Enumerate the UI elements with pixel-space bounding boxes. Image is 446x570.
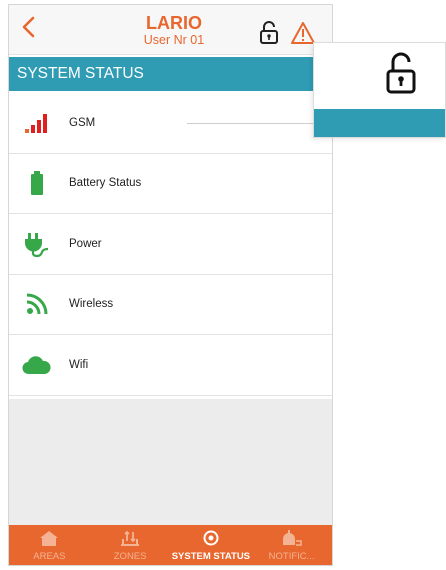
status-list: GSM Battery Status Power Wireless Wifi	[9, 93, 332, 396]
lock-popover[interactable]	[313, 42, 446, 138]
status-item-battery[interactable]: Battery Status	[9, 154, 332, 214]
phone-screen: LARIO User Nr 01 SYSTEM STATUS GSM Batte…	[8, 4, 333, 566]
section-header: SYSTEM STATUS	[9, 57, 332, 91]
tab-zones[interactable]: ZONES	[90, 525, 171, 565]
empty-content-area	[9, 399, 332, 529]
status-item-gsm[interactable]: GSM	[9, 93, 332, 154]
unlocked-padlock-icon	[260, 21, 278, 44]
lock-button[interactable]	[259, 21, 279, 45]
status-item-wireless[interactable]: Wireless	[9, 275, 332, 335]
status-item-label: Wireless	[69, 298, 114, 311]
status-item-label: GSM	[69, 116, 96, 129]
app-header: LARIO User Nr 01	[9, 5, 332, 55]
status-item-wifi[interactable]: Wifi	[9, 335, 332, 396]
back-button[interactable]	[15, 11, 43, 43]
system-status-icon	[203, 530, 219, 546]
cloud-icon	[21, 351, 53, 379]
wireless-icon	[21, 290, 53, 318]
tab-system-status[interactable]: SYSTEM STATUS	[171, 525, 252, 565]
signal-bars-icon	[21, 109, 53, 137]
home-icon	[40, 531, 59, 546]
power-plug-icon	[21, 230, 53, 258]
tab-label: ZONES	[113, 551, 147, 562]
popover-bar	[314, 109, 445, 137]
unlocked-padlock-icon	[386, 52, 416, 94]
battery-icon	[21, 169, 53, 197]
zones-icon	[121, 530, 140, 546]
tab-label: AREAS	[33, 551, 66, 562]
bottom-tab-bar: AREAS ZONES SYSTEM STATUS NOTIFIC...	[9, 525, 332, 565]
status-item-label: Wifi	[69, 358, 89, 371]
page-subtitle: User Nr 01	[143, 33, 205, 47]
tab-label: SYSTEM STATUS	[171, 551, 251, 562]
status-item-label: Power	[69, 237, 102, 250]
page-title: LARIO	[146, 13, 202, 33]
tab-areas[interactable]: AREAS	[9, 525, 90, 565]
status-item-power[interactable]: Power	[9, 214, 332, 275]
status-item-label: Battery Status	[69, 177, 142, 190]
header-title-block: LARIO User Nr 01	[114, 13, 234, 48]
tab-label: NOTIFIC...	[268, 551, 315, 562]
chevron-left-icon	[22, 16, 35, 38]
tab-notifications[interactable]: NOTIFIC...	[251, 525, 332, 565]
notification-icon	[282, 530, 302, 546]
gsm-divider-line	[187, 122, 332, 124]
